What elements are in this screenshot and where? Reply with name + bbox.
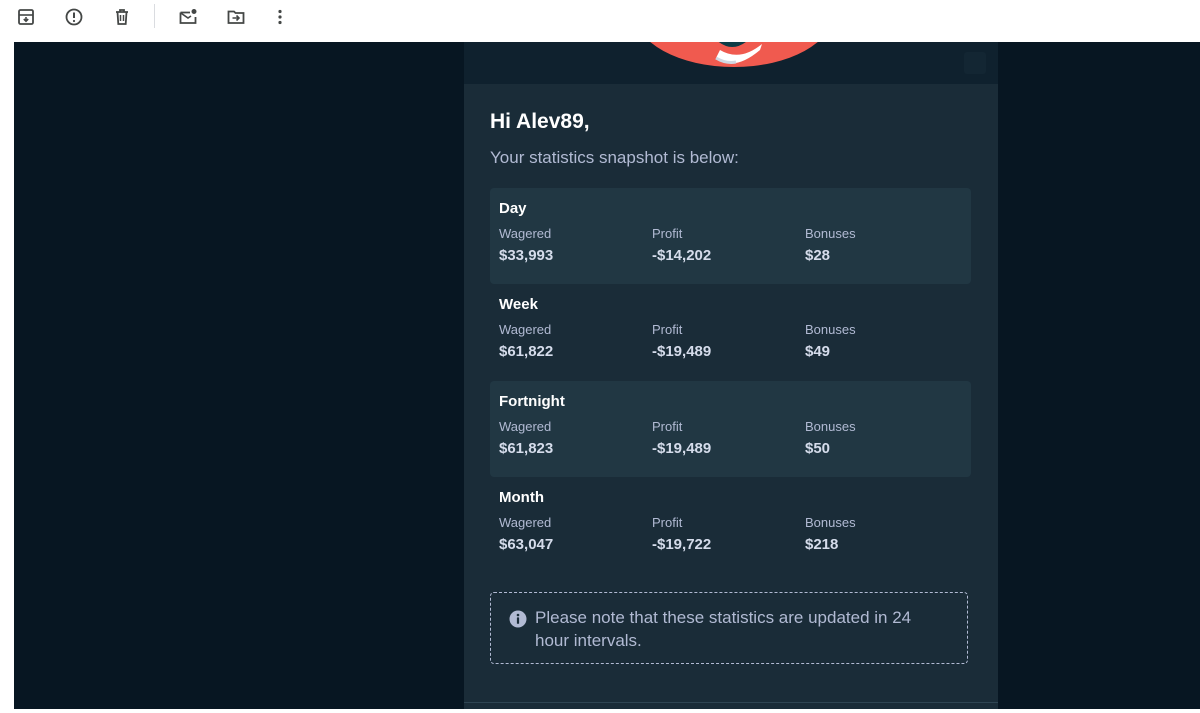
stat-period-title: Week bbox=[499, 296, 538, 313]
email-body: Hi Alev89, Your statistics snapshot is b… bbox=[464, 42, 998, 709]
wagered-label: Wagered bbox=[499, 226, 552, 241]
archive-button[interactable] bbox=[14, 5, 38, 29]
left-gutter bbox=[0, 42, 14, 713]
bonuses-column: Bonuses $218 bbox=[805, 515, 856, 554]
wagered-column: Wagered $33,993 bbox=[499, 226, 553, 265]
info-icon bbox=[509, 610, 527, 628]
profit-value: -$19,489 bbox=[652, 343, 712, 360]
footer-divider bbox=[464, 702, 998, 703]
mark-unread-icon bbox=[179, 9, 197, 24]
wagered-column: Wagered $63,047 bbox=[499, 515, 553, 554]
profit-label: Profit bbox=[652, 515, 683, 530]
wagered-column: Wagered $61,823 bbox=[499, 419, 553, 458]
delete-button[interactable] bbox=[110, 5, 134, 29]
more-options-icon bbox=[278, 9, 282, 25]
profit-column: Profit -$14,202 bbox=[652, 226, 711, 265]
wagered-label: Wagered bbox=[499, 515, 552, 530]
bonuses-value: $28 bbox=[805, 247, 831, 264]
email-header-banner bbox=[464, 42, 998, 84]
wagered-value: $61,822 bbox=[499, 343, 554, 360]
update-note-text: Please note that these statistics are up… bbox=[535, 608, 912, 650]
delete-icon bbox=[116, 9, 128, 25]
mark-unread-button[interactable] bbox=[176, 5, 200, 29]
bonuses-label: Bonuses bbox=[805, 226, 856, 241]
stat-period-title: Month bbox=[499, 489, 544, 506]
archive-icon bbox=[18, 9, 34, 25]
wagered-value: $61,823 bbox=[499, 440, 554, 457]
profit-column: Profit -$19,489 bbox=[652, 322, 711, 361]
bonuses-label: Bonuses bbox=[805, 419, 856, 434]
wagered-column: Wagered $61,822 bbox=[499, 322, 553, 361]
report-spam-icon bbox=[65, 8, 83, 26]
wagered-value: $63,047 bbox=[499, 536, 554, 553]
bonuses-label: Bonuses bbox=[805, 322, 856, 337]
bonuses-column: Bonuses $50 bbox=[805, 419, 856, 458]
bonuses-value: $218 bbox=[805, 536, 839, 553]
bonuses-value: $50 bbox=[805, 440, 831, 457]
profit-value: -$19,722 bbox=[652, 536, 712, 553]
profit-value: -$19,489 bbox=[652, 440, 712, 457]
wagered-label: Wagered bbox=[499, 322, 552, 337]
bonuses-label: Bonuses bbox=[805, 515, 856, 530]
stat-period-title: Fortnight bbox=[499, 393, 565, 410]
profit-column: Profit -$19,722 bbox=[652, 515, 711, 554]
move-to-button[interactable] bbox=[224, 5, 248, 29]
email-toolbar bbox=[0, 0, 1200, 42]
stat-block-fortnight: Fortnight Wagered $61,823 Profit -$19,48… bbox=[490, 381, 971, 477]
stat-period-title: Day bbox=[499, 200, 527, 217]
intro-text: Your statistics snapshot is below: bbox=[490, 148, 739, 167]
profit-value: -$14,202 bbox=[652, 247, 712, 264]
profit-label: Profit bbox=[652, 419, 683, 434]
stat-block-day: Day Wagered $33,993 Profit -$14,202 Bonu… bbox=[490, 188, 971, 284]
toolbar-divider bbox=[154, 4, 155, 28]
bonuses-column: Bonuses $49 bbox=[805, 322, 856, 361]
stat-block-month: Month Wagered $63,047 Profit -$19,722 Bo… bbox=[490, 477, 971, 573]
move-to-icon bbox=[227, 10, 245, 24]
profit-column: Profit -$19,489 bbox=[652, 419, 711, 458]
profit-label: Profit bbox=[652, 226, 683, 241]
email-viewport[interactable]: Hi Alev89, Your statistics snapshot is b… bbox=[14, 42, 1200, 709]
update-note-box: Please note that these statistics are up… bbox=[490, 592, 968, 664]
profit-label: Profit bbox=[652, 322, 683, 337]
wagered-label: Wagered bbox=[499, 419, 552, 434]
bonuses-column: Bonuses $28 bbox=[805, 226, 856, 265]
bonuses-value: $49 bbox=[805, 343, 831, 360]
wagered-value: $33,993 bbox=[499, 247, 554, 264]
more-options-button[interactable] bbox=[268, 5, 292, 29]
report-spam-button[interactable] bbox=[62, 5, 86, 29]
stat-block-week: Week Wagered $61,822 Profit -$19,489 Bon… bbox=[490, 284, 971, 380]
greeting-heading: Hi Alev89, bbox=[490, 110, 590, 133]
mascot-illustration bbox=[650, 42, 986, 74]
bottom-gutter bbox=[0, 709, 1200, 713]
